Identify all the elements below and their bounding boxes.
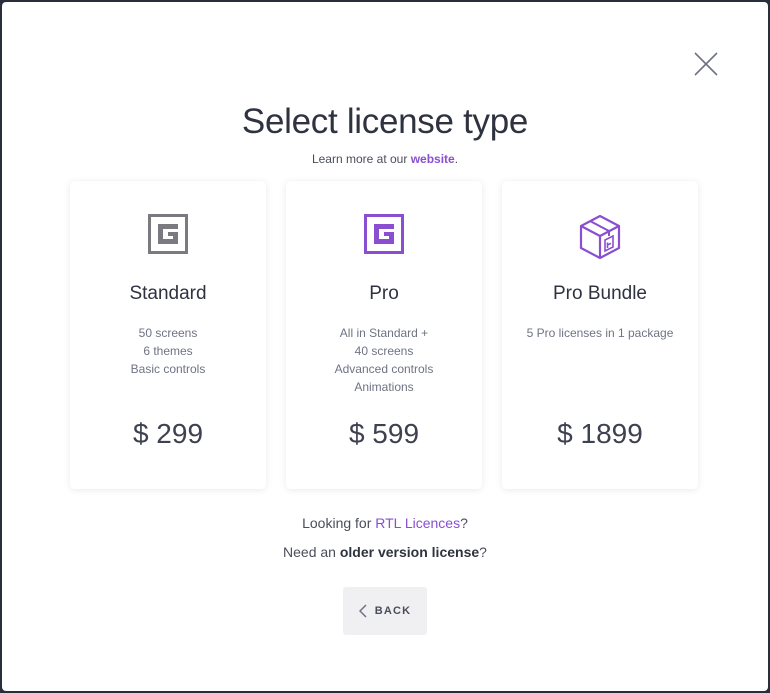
feature-item: Advanced controls	[334, 362, 434, 376]
rtl-suffix: ?	[460, 515, 468, 531]
card-price: $ 599	[348, 418, 420, 449]
feature-item: 5 Pro licenses in 1 package	[526, 326, 674, 340]
feature-item: 40 screens	[354, 344, 414, 358]
rtl-prefix: Looking for	[302, 515, 372, 531]
card-name: Pro	[369, 283, 399, 304]
feature-item: All in Standard +	[339, 326, 429, 340]
dialog-title: Select license type	[241, 102, 529, 141]
feature-item: 50 screens	[138, 326, 198, 340]
license-card-pro-bundle[interactable]: Pro Bundle 5 Pro licenses in 1 package $…	[502, 181, 698, 489]
rtl-licences-link[interactable]: RTL Licences	[375, 515, 460, 531]
card-features: 5 Pro licenses in 1 package	[502, 324, 698, 342]
card-features: 50 screens 6 themes Basic controls	[70, 324, 266, 378]
logo-icon	[70, 214, 266, 258]
website-link[interactable]: website	[411, 152, 455, 166]
rtl-licences-line: Looking for RTL Licences?	[2, 515, 768, 531]
license-dialog: Select license type Learn more at our we…	[2, 2, 768, 691]
older-version-line: Need an older version license?	[2, 544, 768, 560]
back-button[interactable]: BACK	[343, 587, 427, 635]
card-name: Pro Bundle	[552, 283, 647, 304]
feature-item: 6 themes	[143, 344, 193, 358]
license-card-standard[interactable]: Standard 50 screens 6 themes Basic contr…	[70, 181, 266, 489]
chevron-left-icon	[358, 604, 367, 618]
license-card-pro[interactable]: Pro All in Standard + 40 screens Advance…	[286, 181, 482, 489]
card-name: Standard	[129, 283, 207, 304]
card-features: All in Standard + 40 screens Advanced co…	[286, 324, 482, 396]
back-button-label: BACK	[374, 605, 412, 617]
card-price: $ 1899	[557, 418, 643, 449]
close-icon[interactable]	[692, 50, 720, 78]
card-price: $ 299	[132, 418, 204, 449]
logo-icon	[286, 214, 482, 258]
subtitle-suffix: .	[454, 152, 459, 166]
subtitle-text: Learn more at our	[311, 152, 408, 166]
dialog-subtitle: Learn more at our website.	[2, 152, 768, 166]
feature-item: Basic controls	[130, 362, 206, 376]
feature-item: Animations	[354, 380, 414, 394]
older-prefix: Need an	[283, 544, 336, 560]
older-version-link[interactable]: older version license	[340, 544, 479, 560]
package-box-icon	[502, 214, 698, 260]
older-suffix: ?	[479, 544, 487, 560]
